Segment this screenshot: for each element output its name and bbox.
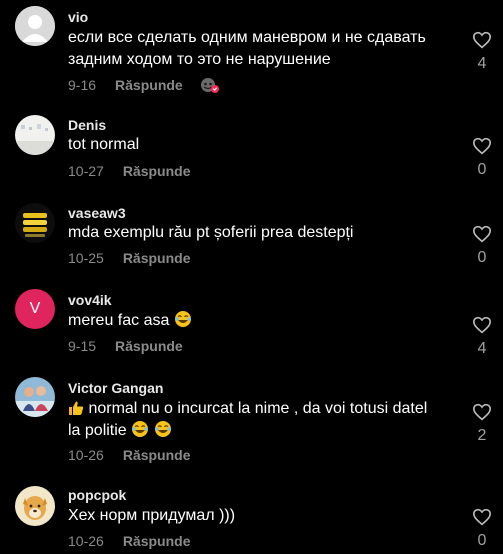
like-count: 0 [477, 532, 487, 549]
comment-item: Denis tot normal 10-27 Răspunde 0 [0, 110, 503, 190]
laughing-emoji-icon [154, 421, 171, 437]
comment-date: 9-16 [68, 77, 97, 93]
comment-text: если все сделать одним маневром и не сда… [68, 29, 426, 68]
like-control[interactable]: 2 [471, 403, 493, 445]
comment-username[interactable]: vov4ik [68, 292, 112, 308]
user-photo-icon [15, 377, 55, 417]
like-count: 4 [477, 340, 487, 357]
comment-date: 10-27 [68, 163, 104, 179]
comment-text-content: normal nu o incurcat la nime , da voi to… [88, 400, 428, 417]
comment-meta: 10-26 Răspunde [68, 533, 191, 549]
like-count: 4 [477, 55, 487, 72]
comment-meta: 10-27 Răspunde [68, 163, 191, 179]
reply-button[interactable]: Răspunde [115, 77, 183, 93]
heart-icon[interactable] [472, 31, 492, 49]
like-count: 0 [477, 161, 487, 178]
comment-date: 10-26 [68, 533, 104, 549]
avatar[interactable] [15, 115, 55, 155]
like-control[interactable]: 0 [471, 137, 493, 179]
comment-meta: 10-26 Răspunde [68, 447, 191, 463]
heart-icon[interactable] [472, 316, 492, 334]
comment-date: 10-26 [68, 447, 104, 463]
reply-button[interactable]: Răspunde [115, 338, 183, 354]
comment-text: normal nu o incurcat la nime , da voi to… [68, 398, 448, 442]
comment-meta: 9-16 Răspunde [68, 76, 221, 94]
comment-text: tot normal [68, 136, 140, 153]
reply-button[interactable]: Răspunde [123, 163, 191, 179]
avatar[interactable] [15, 6, 55, 46]
comment-text: Хех норм придумал ))) [68, 507, 236, 524]
comment-text-content: la politie [68, 422, 127, 439]
comment-text: mda exemplu rău pt șoferii prea destepți [68, 224, 354, 241]
like-control[interactable]: 4 [471, 31, 493, 73]
comment-item: V vov4ik mereu fac asa 9-15 Răspunde 4 [0, 286, 503, 366]
comment-item: popcpok Хех норм придумал ))) 10-26 Răsp… [0, 482, 503, 554]
comment-item: vio если все сделать одним маневром и не… [0, 0, 503, 100]
comment-date: 9-15 [68, 338, 97, 354]
creator-liked-icon [200, 78, 219, 93]
creator-liked-badge [199, 76, 221, 94]
user-photo-icon [15, 486, 55, 526]
avatar[interactable]: V [15, 289, 55, 329]
avatar-letter: V [29, 300, 41, 317]
laughing-emoji-icon [174, 311, 191, 327]
reply-button[interactable]: Răspunde [123, 250, 191, 266]
avatar[interactable] [15, 203, 55, 243]
heart-icon[interactable] [472, 508, 492, 526]
like-count: 0 [477, 249, 487, 266]
reply-button[interactable]: Răspunde [123, 447, 191, 463]
heart-icon[interactable] [472, 225, 492, 243]
comment-item: vaseaw3 mda exemplu rău pt șoferii prea … [0, 198, 503, 278]
comment-item: Victor Gangan normal nu o incurcat la ni… [0, 374, 503, 474]
avatar[interactable] [15, 486, 55, 526]
like-control[interactable]: 4 [471, 316, 493, 358]
comment-date: 10-25 [68, 250, 104, 266]
user-photo-icon [15, 203, 55, 243]
comment-username[interactable]: Victor Gangan [68, 380, 163, 396]
avatar[interactable] [15, 377, 55, 417]
comment-text-content: mereu fac asa [68, 312, 170, 329]
default-user-icon [15, 6, 55, 46]
comment-username[interactable]: Denis [68, 117, 106, 133]
comment-username[interactable]: vaseaw3 [68, 205, 126, 221]
like-count: 2 [477, 427, 487, 444]
thumbs-up-emoji-icon [69, 401, 84, 415]
like-control[interactable]: 0 [471, 225, 493, 267]
comment-meta: 10-25 Răspunde [68, 250, 191, 266]
comment-username[interactable]: vio [68, 9, 88, 25]
comment-username[interactable]: popcpok [68, 487, 126, 503]
user-photo-icon [15, 115, 55, 155]
heart-icon[interactable] [472, 403, 492, 421]
reply-button[interactable]: Răspunde [123, 533, 191, 549]
comment-meta: 9-15 Răspunde [68, 338, 183, 354]
like-control[interactable]: 0 [471, 508, 493, 550]
heart-icon[interactable] [472, 137, 492, 155]
laughing-emoji-icon [132, 421, 149, 437]
comment-text: mereu fac asa [68, 310, 448, 332]
